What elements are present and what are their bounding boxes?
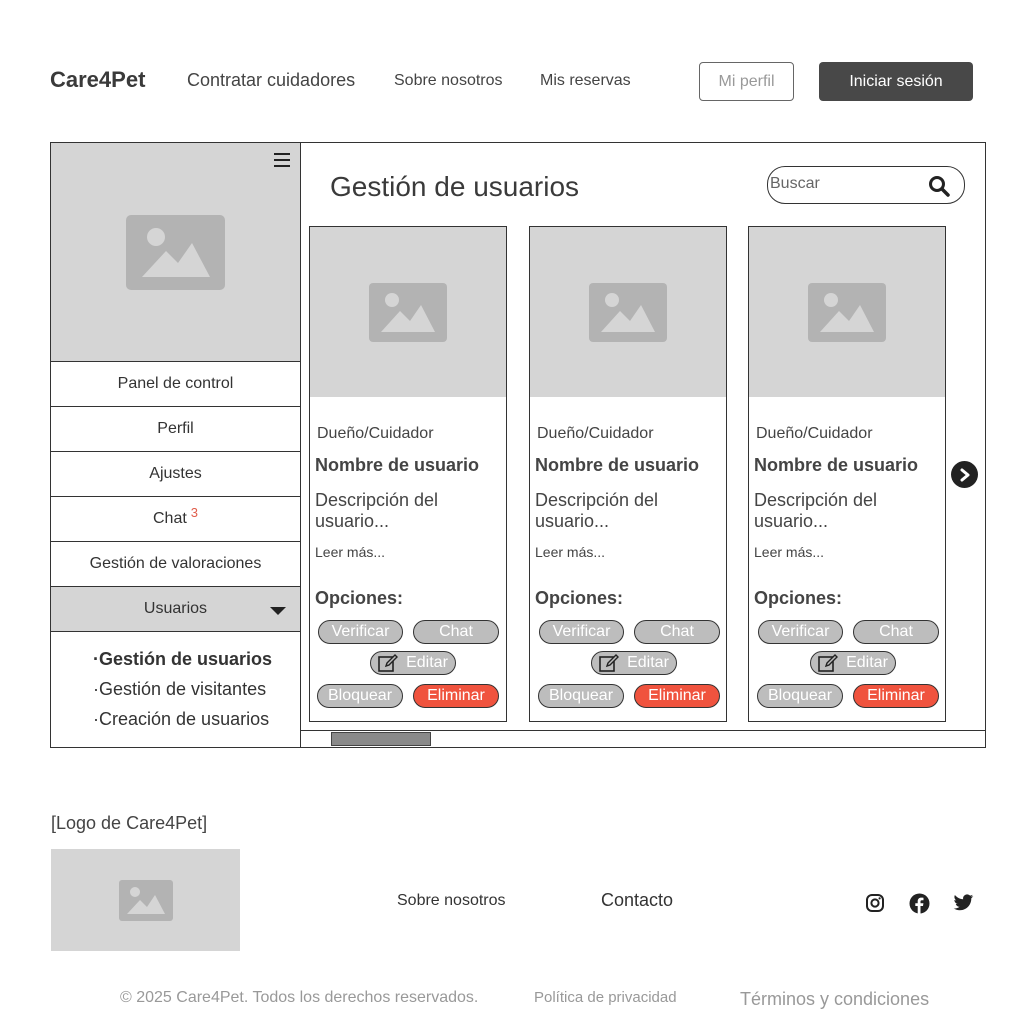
scrollbar-thumb[interactable] [331,732,431,746]
sidebar-item-label: Chat [152,510,187,527]
options-label: Opciones: [754,588,843,608]
sidebar-item-label: Panel de control [117,375,234,392]
footer-link-contacto[interactable]: Contacto [601,890,673,911]
edit-button[interactable]: Editar [370,651,456,675]
sidebar-item-label: Ajustes [149,465,202,482]
twitter-icon[interactable] [952,892,974,914]
edit-button-label: Editar [846,654,888,671]
search-box[interactable] [767,166,965,204]
delete-button[interactable]: Eliminar [413,684,499,708]
read-more-link[interactable]: Leer más... [535,544,605,560]
verify-button[interactable]: Verificar [539,620,624,644]
user-card: Dueño/Cuidador Nombre de usuario Descrip… [529,226,727,722]
edit-button-label: Editar [406,654,448,671]
verify-button[interactable]: Verificar [318,620,403,644]
user-photo-placeholder [310,227,506,397]
nav-mis-reservas[interactable]: Mis reservas [540,72,631,90]
nav-contratar-cuidadores[interactable]: Contratar cuidadores [187,70,355,91]
dashboard-frame: Panel de control Perfil Ajustes Chat 3 G… [50,142,986,748]
search-icon[interactable] [928,175,950,197]
facebook-icon[interactable] [908,892,930,914]
sidebar-item-panel-de-control[interactable]: Panel de control [51,362,300,407]
verify-button[interactable]: Verificar [758,620,843,644]
edit-button[interactable]: Editar [591,651,677,675]
image-placeholder-icon [369,282,447,342]
chat-count-badge: 3 [190,504,199,520]
sidebar: Panel de control Perfil Ajustes Chat 3 G… [51,143,301,747]
search-input[interactable] [770,175,920,193]
chat-button[interactable]: Chat [634,620,720,644]
user-card: Dueño/Cuidador Nombre de usuario Descrip… [748,226,946,722]
chevron-down-icon[interactable] [270,607,286,615]
sidebar-item-chat[interactable]: Chat 3 [51,497,300,542]
edit-icon [599,654,620,672]
sidebar-item-label: Gestión de valoraciones [89,555,262,572]
delete-button[interactable]: Eliminar [634,684,720,708]
edit-button-label: Editar [627,654,669,671]
login-button[interactable]: Iniciar sesión [819,62,973,101]
block-button[interactable]: Bloquear [757,684,843,708]
sidebar-image-placeholder [51,143,300,362]
sidebar-item-gestion-valoraciones[interactable]: Gestión de valoraciones [51,542,300,587]
footer-link-sobre-nosotros[interactable]: Sobre nosotros [397,892,506,910]
user-photo-placeholder [749,227,945,397]
block-button[interactable]: Bloquear [317,684,403,708]
image-placeholder-icon [808,282,886,342]
user-name: Nombre de usuario [754,455,919,475]
read-more-link[interactable]: Leer más... [754,544,824,560]
footer-logo-label: [Logo de Care4Pet] [51,813,208,833]
sidebar-subitem-gestion-usuarios[interactable]: ·Gestión de usuarios [93,649,272,670]
image-placeholder-icon [118,879,173,921]
user-photo-placeholder [530,227,726,397]
horizontal-scrollbar[interactable] [301,730,986,747]
copyright-text: © 2025 Care4Pet. Todos los derechos rese… [120,989,479,1006]
edit-icon [818,654,839,672]
footer-link-terms[interactable]: Términos y condiciones [740,989,929,1010]
sidebar-item-label: Perfil [157,420,194,437]
user-description: Descripción del usuario... [535,490,659,531]
image-placeholder-icon [126,214,225,290]
page-title: Gestión de usuarios [330,171,580,202]
options-label: Opciones: [315,588,404,608]
sidebar-subitem-creacion-usuarios[interactable]: ·Creación de usuarios [93,709,269,730]
sidebar-item-usuarios[interactable]: Usuarios [51,587,300,632]
profile-button[interactable]: Mi perfil [699,62,794,101]
user-card: Dueño/Cuidador Nombre de usuario Descrip… [309,226,507,722]
user-role: Dueño/Cuidador [537,425,654,442]
sidebar-item-ajustes[interactable]: Ajustes [51,452,300,497]
menu-hamburger-icon[interactable] [274,153,290,167]
user-description: Descripción del usuario... [315,490,439,531]
nav-sobre-nosotros[interactable]: Sobre nosotros [394,72,503,90]
delete-button[interactable]: Eliminar [853,684,939,708]
chat-button[interactable]: Chat [853,620,939,644]
instagram-icon[interactable] [864,892,886,914]
edit-icon [378,654,399,672]
edit-button[interactable]: Editar [810,651,896,675]
user-role: Dueño/Cuidador [317,425,434,442]
chat-button[interactable]: Chat [413,620,499,644]
block-button[interactable]: Bloquear [538,684,624,708]
sidebar-subitem-gestion-visitantes[interactable]: ·Gestión de visitantes [93,679,266,700]
read-more-link[interactable]: Leer más... [315,544,385,560]
user-description: Descripción del usuario... [754,490,878,531]
user-name: Nombre de usuario [315,455,480,475]
image-placeholder-icon [589,282,667,342]
sidebar-item-perfil[interactable]: Perfil [51,407,300,452]
brand-logo-text[interactable]: Care4Pet [50,67,145,93]
user-role: Dueño/Cuidador [756,425,873,442]
footer-link-privacy[interactable]: Política de privacidad [534,989,677,1006]
user-name: Nombre de usuario [535,455,700,475]
next-arrow-icon[interactable] [951,461,978,488]
sidebar-item-label: Usuarios [143,600,208,617]
options-label: Opciones: [535,588,624,608]
footer-logo-placeholder [51,849,240,951]
